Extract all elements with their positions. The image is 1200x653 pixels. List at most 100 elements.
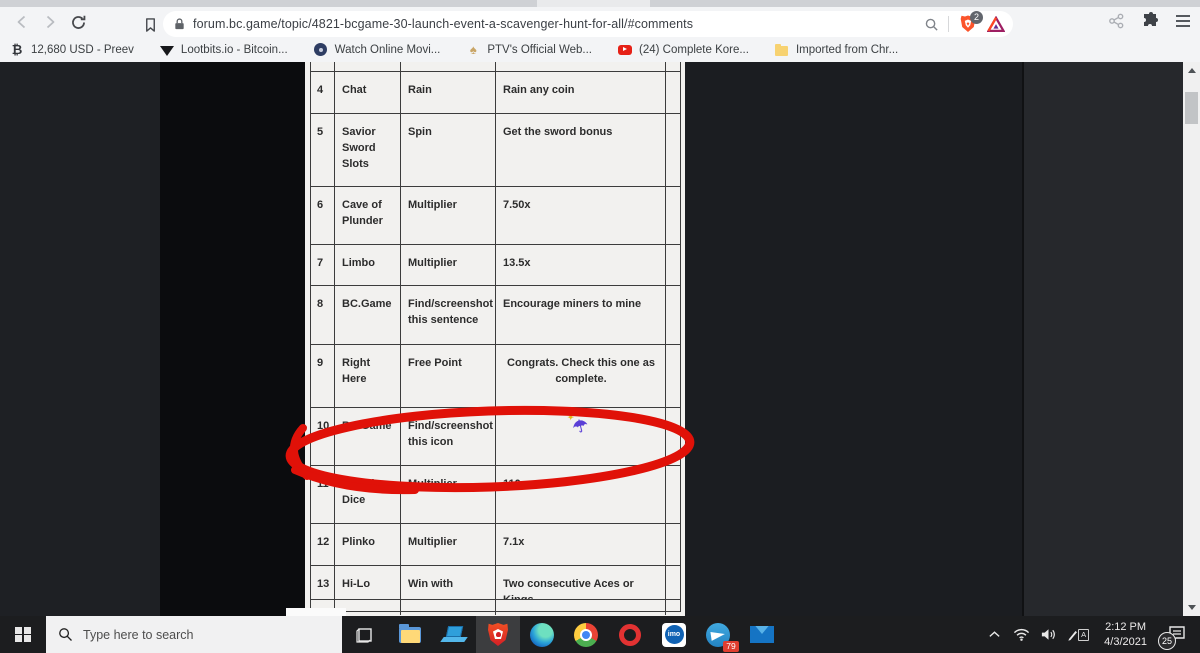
- bookmark-item-ptv[interactable]: ♠ PTV's Official Web...: [466, 43, 592, 57]
- game-cell: BC.Game: [335, 286, 401, 344]
- taskbar-search[interactable]: [46, 616, 342, 653]
- end-cell: [666, 566, 679, 599]
- url-text[interactable]: forum.bc.game/topic/4821-bcgame-30-launc…: [193, 17, 924, 31]
- detail-cell: 7.50x: [496, 187, 666, 244]
- address-bar[interactable]: forum.bc.game/topic/4821-bcgame-30-launc…: [163, 11, 1013, 37]
- page-side-panel: [1022, 62, 1183, 616]
- extensions-puzzle-icon[interactable]: [1142, 12, 1160, 30]
- refresh-button[interactable]: [64, 8, 92, 36]
- scrollbar-thumb[interactable]: [1185, 92, 1198, 124]
- table-row-partial: [311, 62, 680, 72]
- brave-shields-button[interactable]: 2: [958, 14, 978, 34]
- volume-status[interactable]: [1038, 620, 1058, 650]
- speaker-icon: [1040, 627, 1057, 642]
- bookmark-item-youtube[interactable]: (24) Complete Kore...: [618, 43, 749, 57]
- task-cell: Multiplier: [401, 245, 496, 285]
- table-row-partial: [311, 600, 680, 612]
- table-row: 6 Cave of Plunder Multiplier 7.50x: [311, 187, 680, 245]
- table-row: 7 Limbo Multiplier 13.5x: [311, 245, 680, 286]
- bookmark-label: 12,680 USD - Preev: [31, 44, 134, 56]
- imo-app-icon: imo: [662, 623, 686, 647]
- system-tray: A 2:12 PM 4/3/2021 25: [984, 616, 1200, 653]
- action-center-button[interactable]: 25: [1160, 620, 1194, 650]
- ime-indicator[interactable]: A: [1065, 620, 1091, 650]
- task-cell: Multiplier: [401, 524, 496, 565]
- purple-umbrella-icon: ☂✦✦: [573, 415, 588, 440]
- browser-toolbar: forum.bc.game/topic/4821-bcgame-30-launc…: [0, 7, 1200, 37]
- bookmark-label: Watch Online Movi...: [335, 44, 441, 56]
- taskbar-app-telegram[interactable]: 79: [696, 616, 740, 653]
- row-number-cell: 12: [311, 524, 335, 565]
- scavenger-table: 4 Chat Rain Rain any coin 5 Savior Sword…: [310, 62, 681, 612]
- task-cell: Find/screenshot this icon: [401, 408, 496, 465]
- table-row: 11 Classic Dice Multiplier 110x: [311, 466, 680, 524]
- task-cell: Spin: [401, 114, 496, 186]
- bookmark-item-lootbits[interactable]: Lootbits.io - Bitcoin...: [160, 43, 288, 57]
- window-top-strip: [0, 0, 1200, 7]
- opera-browser-icon: [619, 624, 641, 646]
- taskbar-app-opera[interactable]: [608, 616, 652, 653]
- share-circles-icon[interactable]: [1107, 12, 1126, 30]
- lightbox-dim-right: [685, 62, 1022, 616]
- task-cell: Find/screenshot this sentence: [401, 286, 496, 344]
- forward-button[interactable]: [36, 8, 64, 36]
- refresh-icon: [70, 14, 87, 31]
- taskbar-clock[interactable]: 2:12 PM 4/3/2021: [1098, 620, 1153, 650]
- scroll-down-arrow[interactable]: [1183, 600, 1200, 615]
- end-cell: [666, 408, 679, 465]
- taskbar-app-edge[interactable]: [520, 616, 564, 653]
- bookmark-this-page-button[interactable]: [138, 13, 162, 37]
- tray-expand-button[interactable]: [984, 620, 1004, 650]
- search-input[interactable]: [83, 628, 303, 642]
- taskbar-app-brave[interactable]: [476, 616, 520, 653]
- detail-cell: Get the sword bonus: [496, 114, 666, 186]
- bitcoin-b-icon: ₿: [10, 43, 24, 57]
- lock-icon: [173, 17, 186, 31]
- table-row: 5 Savior Sword Slots Spin Get the sword …: [311, 114, 680, 187]
- bat-rewards-icon[interactable]: [987, 16, 1005, 33]
- windows-taskbar: imo 79 A 2:12 PM 4/: [0, 616, 1200, 653]
- taskbar-app-laptop[interactable]: [432, 616, 476, 653]
- game-cell: Hi-Lo: [335, 566, 401, 599]
- task-view-button[interactable]: [342, 616, 388, 653]
- search-icon[interactable]: [924, 17, 939, 32]
- taskbar-app-imo[interactable]: imo: [652, 616, 696, 653]
- taskbar-app-chrome[interactable]: [564, 616, 608, 653]
- windows-logo-icon: [15, 627, 31, 643]
- row-number-cell: 4: [311, 72, 335, 113]
- bookmark-item-imported[interactable]: Imported from Chr...: [775, 43, 898, 57]
- table-row: 12 Plinko Multiplier 7.1x: [311, 524, 680, 566]
- bookmark-icon: [143, 17, 158, 33]
- row-number-cell: 6: [311, 187, 335, 244]
- brave-browser-icon: [488, 623, 508, 646]
- detail-cell: Congrats. Check this one as complete.: [496, 345, 666, 407]
- film-reel-icon: [314, 43, 327, 56]
- taskbar-app-file-explorer[interactable]: [388, 616, 432, 653]
- notification-count-badge: 25: [1158, 632, 1176, 650]
- end-cell: [666, 524, 679, 565]
- row-number-cell: 9: [311, 345, 335, 407]
- scroll-up-arrow[interactable]: [1183, 63, 1200, 78]
- game-cell: Right Here: [335, 345, 401, 407]
- end-cell: [666, 114, 679, 186]
- menu-icon[interactable]: [1176, 15, 1190, 27]
- game-cell: BC.Game: [335, 408, 401, 465]
- detail-cell: ☂✦✦: [496, 408, 666, 465]
- game-cell: Savior Sword Slots: [335, 114, 401, 186]
- wifi-status[interactable]: [1011, 620, 1031, 650]
- browser-window: forum.bc.game/topic/4821-bcgame-30-launc…: [0, 0, 1200, 62]
- page-scrollbar[interactable]: [1183, 62, 1200, 616]
- back-button[interactable]: [8, 8, 36, 36]
- game-cell: Chat: [335, 72, 401, 113]
- bookmark-item-watch-movies[interactable]: Watch Online Movi...: [314, 43, 441, 57]
- scavenger-hunt-image[interactable]: 4 Chat Rain Rain any coin 5 Savior Sword…: [305, 62, 685, 616]
- taskbar-app-mail[interactable]: [740, 616, 784, 653]
- folder-icon: [775, 46, 788, 56]
- detail-cell: 7.1x: [496, 524, 666, 565]
- detail-cell: 110x: [496, 466, 666, 523]
- end-cell: [666, 245, 679, 285]
- task-view-icon: [356, 626, 374, 644]
- start-button[interactable]: [0, 616, 46, 653]
- detail-cell: 13.5x: [496, 245, 666, 285]
- bookmark-item-preev[interactable]: ₿ 12,680 USD - Preev: [10, 43, 134, 57]
